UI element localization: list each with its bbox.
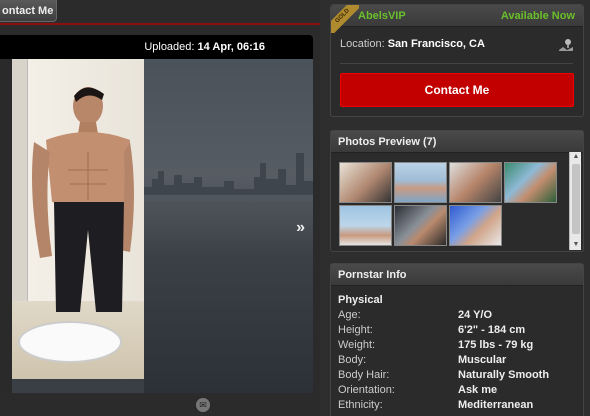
next-arrow[interactable]: » [296,219,305,237]
main-photo[interactable]: » [0,59,313,393]
info-row: Body: Muscular [338,354,576,369]
scroll-down-icon[interactable]: ▼ [570,240,582,250]
photo-sink [18,321,122,363]
info-row: Ethnicity: Mediterranean [338,399,576,414]
location-value: San Francisco, CA [387,38,485,50]
info-body: Physical Age: 24 Y/O Height: 6'2" - 184 cm… [331,286,583,416]
thumbnail[interactable] [449,205,502,246]
contact-me-button[interactable]: Contact Me [340,73,574,107]
info-key: Orientation: [338,384,395,396]
upload-label: Uploaded: [144,41,195,53]
location: Location: San Francisco, CA [340,38,485,50]
info-title: Pornstar Info [331,264,583,286]
info-key: Body: [338,354,367,366]
photo-viewer: ontact Me Uploaded: 14 Apr, 06:16 » ✉ [0,0,320,416]
info-key: Ethnicity: [338,399,383,411]
thumbnail[interactable] [449,162,502,203]
info-value: 175 lbs - 79 kg [458,339,534,351]
info-row: Orientation: Ask me [338,384,576,399]
scrollbar[interactable]: ▲ ▼ [569,152,581,250]
upload-bar: Uploaded: 14 Apr, 06:16 [0,35,313,59]
city-skyline [144,153,313,201]
separator [340,63,573,64]
thumbnail[interactable] [504,162,557,203]
thumbnail[interactable] [339,205,392,246]
section-heading: Physical [338,294,383,306]
scroll-thumb[interactable] [572,164,580,234]
profile-panel: GOLD AbelsVIP Available Now Location: Sa… [330,4,584,117]
map-icon[interactable] [559,38,573,51]
location-label: Location: [340,38,385,50]
info-value: Naturally Smooth [458,369,550,381]
upload-date: 14 Apr, 06:16 [197,41,265,53]
info-key: Height: [338,324,373,336]
info-row: Weight: 175 lbs - 79 kg [338,339,576,354]
thumbnail[interactable] [339,162,392,203]
info-row: Body Hair: Naturally Smooth [338,369,576,384]
info-value: Mediterranean [458,399,534,411]
thumbnail[interactable] [394,205,447,246]
availability-status: Available Now [500,10,575,22]
envelope-icon[interactable]: ✉ [196,398,210,412]
photo-edge [0,59,12,393]
info-key: Body Hair: [338,369,390,381]
photo-frame: Uploaded: 14 Apr, 06:16 » [0,35,313,393]
scroll-up-icon[interactable]: ▲ [570,152,582,162]
info-value: 6'2" - 184 cm [458,324,526,336]
info-panel: Pornstar Info Physical Age: 24 Y/O Height… [330,263,584,416]
info-value: Muscular [458,354,507,366]
info-key: Age: [338,309,361,321]
info-row: Age: 24 Y/O [338,309,576,324]
username[interactable]: AbelsVIP [358,10,406,22]
photo-bathroom [12,59,144,379]
info-key: Weight: [338,339,376,351]
thumbnail[interactable] [394,162,447,203]
photo-background [144,59,313,393]
divider [0,23,320,25]
gold-badge-label: GOLD [331,5,359,33]
photos-title: Photos Preview (7) [331,131,583,153]
info-row: Height: 6'2" - 184 cm [338,324,576,339]
contact-tab[interactable]: ontact Me [0,0,57,22]
info-value: Ask me [458,384,498,396]
info-value: 24 Y/O [458,309,493,321]
gold-badge: GOLD [331,5,359,33]
photos-panel: Photos Preview (7) ▲ ▼ [330,130,584,252]
person-figure [32,87,134,312]
